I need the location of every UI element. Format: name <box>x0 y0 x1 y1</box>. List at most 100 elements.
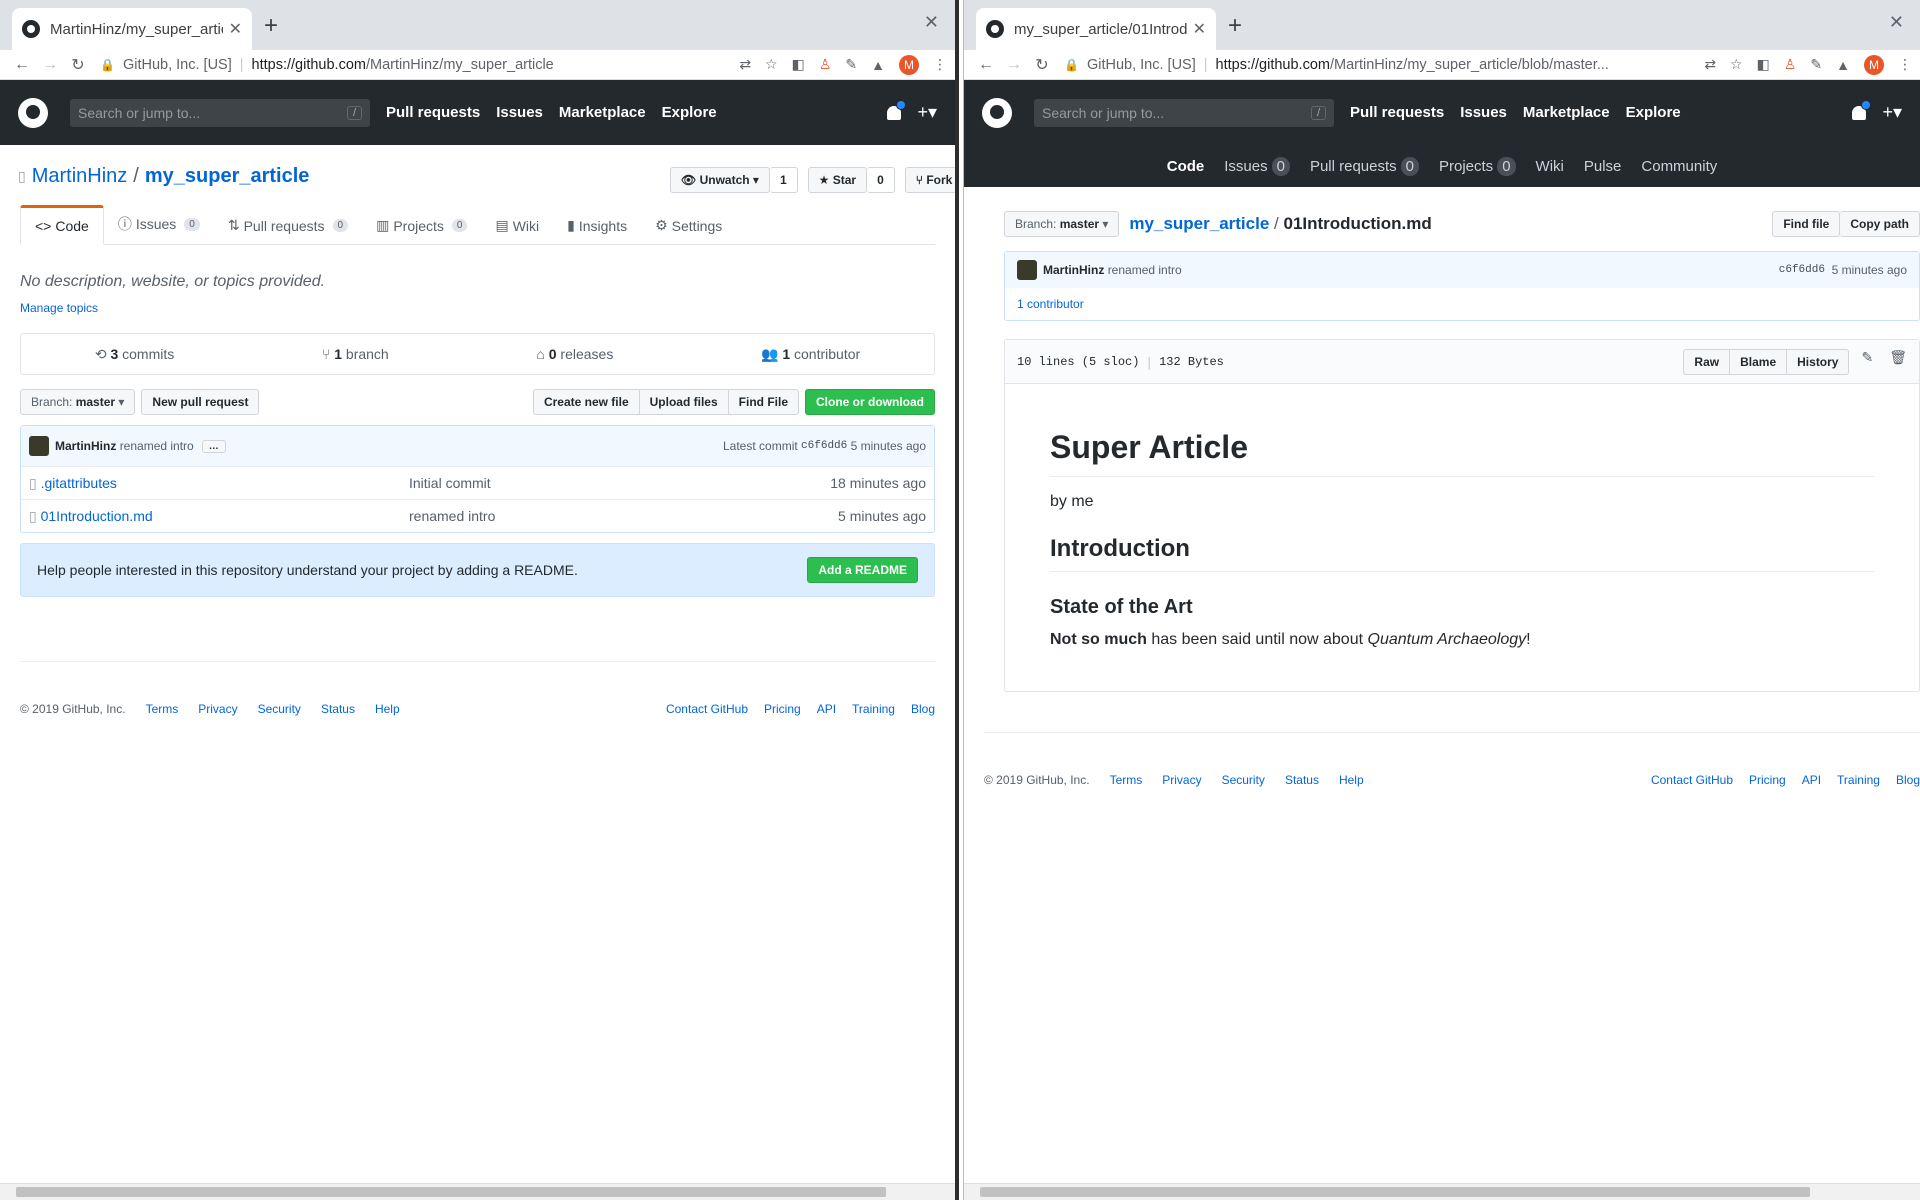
notification-bell-icon[interactable] <box>1852 99 1872 120</box>
footer-link-security[interactable]: Security <box>258 702 301 716</box>
github-logo-icon[interactable] <box>982 97 1012 128</box>
trash-icon[interactable]: 🗑 <box>1889 349 1907 375</box>
extension-icon[interactable]: ▲ <box>1836 57 1850 73</box>
extension-icon[interactable]: ♙ <box>1784 56 1797 73</box>
nav-issues[interactable]: Issues <box>1460 104 1507 121</box>
browser-tab[interactable]: MartinHinz/my_super_article ✕ <box>12 8 252 50</box>
commit-sha[interactable]: c6f6dd6 <box>1779 264 1825 276</box>
new-pull-request-button[interactable]: New pull request <box>141 389 260 415</box>
footer-link-terms[interactable]: Terms <box>146 702 179 716</box>
subnav-community[interactable]: Community <box>1641 158 1717 175</box>
close-tab-icon[interactable]: ✕ <box>1193 19 1206 39</box>
commit-message[interactable]: renamed intro <box>1108 263 1182 277</box>
notification-bell-icon[interactable] <box>887 99 907 120</box>
table-row[interactable]: ▯ 01Introduction.md renamed intro 5 minu… <box>21 499 934 532</box>
copy-path-button[interactable]: Copy path <box>1840 211 1920 237</box>
fork-button[interactable]: ⑂ Fork <box>904 167 955 193</box>
extension-icon[interactable]: ◧ <box>1757 56 1770 73</box>
create-new-icon[interactable]: +▾ <box>917 102 937 123</box>
nav-pull-requests[interactable]: Pull requests <box>386 104 480 121</box>
subnav-issues[interactable]: Issues 0 <box>1224 156 1290 176</box>
manage-topics-link[interactable]: Manage topics <box>20 301 935 315</box>
new-tab-icon[interactable]: + <box>1228 14 1242 38</box>
footer-link-status[interactable]: Status <box>321 702 355 716</box>
commit-message[interactable]: renamed intro <box>120 439 194 453</box>
branch-select[interactable]: Branch: master ▾ <box>1004 211 1120 237</box>
releases-summary[interactable]: ⌂ 0 releases <box>536 346 613 362</box>
tab-projects[interactable]: ▥ Projects 0 <box>362 207 481 244</box>
scrollbar-thumb[interactable] <box>16 1187 886 1197</box>
find-file-button[interactable]: Find File <box>728 389 799 415</box>
contributors-link[interactable]: 1 contributor <box>1017 297 1084 311</box>
clone-download-button[interactable]: Clone or download <box>805 389 935 415</box>
subnav-projects[interactable]: Projects 0 <box>1439 156 1516 176</box>
browser-tab[interactable]: my_super_article/01Introduction.md ✕ <box>976 8 1216 50</box>
table-row[interactable]: ▯ .gitattributes Initial commit 18 minut… <box>21 466 934 499</box>
nav-explore[interactable]: Explore <box>662 104 717 121</box>
footer-link-help[interactable]: Help <box>1339 773 1364 787</box>
tab-issues[interactable]: ⓘ Issues 0 <box>104 204 214 244</box>
subnav-wiki[interactable]: Wiki <box>1536 158 1564 175</box>
close-window-icon[interactable]: ✕ <box>1889 12 1904 33</box>
close-tab-icon[interactable]: ✕ <box>229 19 242 39</box>
footer-link-status[interactable]: Status <box>1285 773 1319 787</box>
branch-select[interactable]: Branch: master ▾ <box>20 389 136 415</box>
create-new-file-button[interactable]: Create new file <box>532 389 640 415</box>
profile-avatar[interactable]: M <box>1864 54 1884 75</box>
forward-icon[interactable]: → <box>36 56 64 74</box>
footer-link-pricing[interactable]: Pricing <box>764 702 801 716</box>
footer-link-api[interactable]: API <box>817 702 836 716</box>
footer-link-contact[interactable]: Contact GitHub <box>666 702 748 716</box>
back-icon[interactable]: ← <box>972 56 1000 74</box>
horizontal-scrollbar[interactable] <box>964 1183 1920 1200</box>
footer-link-privacy[interactable]: Privacy <box>1162 773 1201 787</box>
blame-button[interactable]: Blame <box>1730 348 1788 375</box>
footer-link-help[interactable]: Help <box>375 702 400 716</box>
star-button[interactable]: ★ Star <box>807 167 868 193</box>
file-name-link[interactable]: ▯ 01Introduction.md <box>29 508 409 525</box>
find-file-button[interactable]: Find file <box>1772 211 1841 237</box>
extension-icon[interactable]: ◧ <box>792 56 805 73</box>
subnav-code[interactable]: Code <box>1167 158 1205 175</box>
repo-owner-link[interactable]: MartinHinz <box>32 165 128 188</box>
branch-summary[interactable]: ⑂ 1 branch <box>322 346 389 362</box>
file-name-link[interactable]: ▯ .gitattributes <box>29 475 409 492</box>
address-bar[interactable]: 🔒 GitHub, Inc. [US] | https://github.com… <box>100 52 723 78</box>
footer-link-api[interactable]: API <box>1802 773 1821 787</box>
new-tab-icon[interactable]: + <box>264 14 278 38</box>
commit-sha[interactable]: c6f6dd6 <box>801 440 847 452</box>
tab-wiki[interactable]: ▤ Wiki <box>481 207 553 244</box>
extension-icon[interactable]: ✎ <box>1810 56 1822 73</box>
tab-settings[interactable]: ⚙ Settings <box>641 207 736 244</box>
footer-link-terms[interactable]: Terms <box>1110 773 1143 787</box>
unwatch-button[interactable]: 👁 Unwatch ▾ <box>670 167 770 193</box>
edit-pencil-icon[interactable]: ✎ <box>1861 349 1873 375</box>
file-commit-message[interactable]: renamed intro <box>409 508 838 524</box>
commit-author[interactable]: MartinHinz <box>1043 263 1104 277</box>
nav-pull-requests[interactable]: Pull requests <box>1350 104 1444 121</box>
extension-icon[interactable]: ▲ <box>871 57 885 73</box>
nav-marketplace[interactable]: Marketplace <box>1523 104 1610 121</box>
close-window-icon[interactable]: ✕ <box>924 12 939 33</box>
footer-link-security[interactable]: Security <box>1222 773 1265 787</box>
forward-icon[interactable]: → <box>1000 56 1028 74</box>
footer-link-training[interactable]: Training <box>852 702 895 716</box>
expand-commit-button[interactable]: … <box>201 439 226 453</box>
footer-link-contact[interactable]: Contact GitHub <box>1651 773 1733 787</box>
contributors-summary[interactable]: 👥 1 contributor <box>761 346 860 363</box>
nav-marketplace[interactable]: Marketplace <box>559 104 646 121</box>
star-bookmark-icon[interactable]: ☆ <box>1730 56 1743 73</box>
repo-name-link[interactable]: my_super_article <box>145 165 310 188</box>
nav-issues[interactable]: Issues <box>496 104 543 121</box>
scrollbar-thumb[interactable] <box>980 1187 1810 1197</box>
file-commit-message[interactable]: Initial commit <box>409 475 830 491</box>
breadcrumb-repo-link[interactable]: my_super_article <box>1129 214 1269 233</box>
tab-code[interactable]: <> Code <box>20 205 104 245</box>
upload-files-button[interactable]: Upload files <box>639 389 729 415</box>
footer-link-pricing[interactable]: Pricing <box>1749 773 1786 787</box>
search-input[interactable]: Search or jump to... / <box>70 98 370 127</box>
horizontal-scrollbar[interactable] <box>0 1183 955 1200</box>
extension-icon[interactable]: ♙ <box>819 56 832 73</box>
star-bookmark-icon[interactable]: ☆ <box>765 56 778 73</box>
add-readme-button[interactable]: Add a README <box>807 557 918 583</box>
